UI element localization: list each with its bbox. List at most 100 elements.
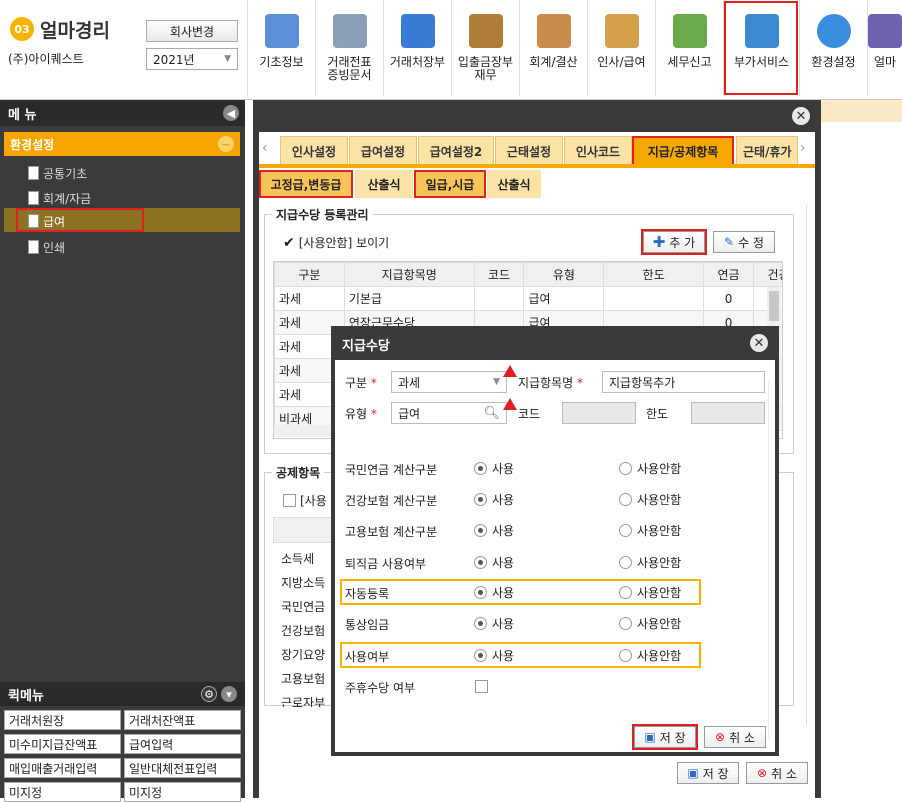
option-on-radio[interactable]: 사용 bbox=[474, 491, 514, 508]
scroll-thumb[interactable] bbox=[769, 291, 779, 321]
option-off-radio[interactable]: 사용안함 bbox=[619, 647, 681, 664]
sidebar-item-payroll[interactable]: 급여 bbox=[28, 210, 65, 232]
modal-scrollbar[interactable] bbox=[806, 205, 814, 725]
floppy-icon: ▣ bbox=[687, 766, 699, 780]
table-row[interactable]: 소득세 bbox=[281, 547, 325, 571]
column-header[interactable]: 한도 bbox=[603, 262, 705, 287]
modal-cancel-button[interactable]: ⊗ 취 소 bbox=[746, 762, 808, 784]
table-row[interactable]: 지방소득 bbox=[281, 571, 325, 595]
table-row[interactable]: 근로자부 bbox=[281, 691, 325, 707]
option-off-radio[interactable]: 사용안함 bbox=[619, 615, 681, 632]
close-icon[interactable]: ✕ bbox=[792, 107, 810, 125]
cancel-circle-icon: ⊗ bbox=[715, 730, 726, 744]
option-on-radio[interactable]: 사용 bbox=[474, 647, 514, 664]
quick-item[interactable]: 급여입력 bbox=[124, 734, 241, 754]
edit-button[interactable]: ✎ 수 정 bbox=[713, 231, 775, 253]
tab-scroll-right-icon[interactable]: › bbox=[800, 140, 806, 156]
table-row[interactable]: 국민연금 bbox=[281, 595, 325, 619]
collapse-left-icon[interactable]: ◀ bbox=[223, 105, 239, 121]
option-on-radio[interactable]: 사용 bbox=[474, 554, 514, 571]
quick-item[interactable]: 거래처잔액표 bbox=[124, 710, 241, 730]
quick-item[interactable]: 일반대체전표입력 bbox=[124, 758, 241, 778]
column-header[interactable]: 연금 bbox=[703, 262, 755, 287]
subtab-formula2[interactable]: 산출식 bbox=[487, 170, 541, 198]
table-row[interactable]: 고용보험 bbox=[281, 667, 325, 691]
column-header[interactable]: 건강 bbox=[753, 262, 782, 287]
tab-pay-settings2[interactable]: 급여설정2 bbox=[418, 136, 494, 166]
topmenu-voucher[interactable]: 거래전표 증빙문서 bbox=[315, 0, 383, 96]
table-row[interactable]: 장기요양 bbox=[281, 643, 325, 667]
topmenu-cashbook[interactable]: 입출금장부 재무 bbox=[451, 0, 519, 96]
topmenu-label: 얼마 bbox=[873, 55, 897, 69]
topmenu-hr-payroll[interactable]: 인사/급여 bbox=[587, 0, 655, 96]
table-row[interactable]: 과세 기본급 급여 0 bbox=[274, 286, 782, 311]
option-off-radio[interactable]: 사용안함 bbox=[619, 584, 681, 601]
year-select[interactable]: 2021년 ▼ bbox=[146, 48, 238, 70]
limit-input[interactable] bbox=[691, 402, 765, 424]
quick-item[interactable]: 미지정 bbox=[4, 782, 121, 802]
radio-label: 사용 bbox=[492, 524, 515, 538]
modal-save-button[interactable]: ▣ 저 장 bbox=[677, 762, 739, 784]
gear-icon[interactable]: ⚙ bbox=[201, 686, 217, 702]
topmenu-tax[interactable]: 세무신고 bbox=[655, 0, 723, 96]
column-header[interactable]: 구분 bbox=[274, 262, 345, 287]
quick-item[interactable]: 매입매출거래입력 bbox=[4, 758, 121, 778]
topmenu-label: 거래전표 증빙문서 bbox=[327, 55, 372, 82]
quick-item[interactable]: 미지정 bbox=[124, 782, 241, 802]
table-row[interactable]: 건강보험 bbox=[281, 619, 325, 643]
subtab-fixed-variable[interactable]: 고정급,변동급 bbox=[259, 170, 353, 198]
add-button[interactable]: ✚ 추 가 bbox=[641, 229, 707, 255]
quick-item[interactable]: 거래처원장 bbox=[4, 710, 121, 730]
topmenu-basic-info[interactable]: 기초정보 bbox=[247, 0, 315, 96]
code-input[interactable] bbox=[562, 402, 636, 424]
sidebar-item-accounting[interactable]: 회계/자금 bbox=[28, 187, 91, 209]
tab-hr-settings[interactable]: 인사설정 bbox=[280, 136, 348, 166]
tab-pay-deduction-items[interactable]: 지급/공제항목 bbox=[632, 136, 734, 166]
search-icon[interactable]: 🔍︎ bbox=[483, 406, 500, 421]
column-header[interactable]: 코드 bbox=[473, 262, 525, 287]
tab-attendance-settings[interactable]: 근태설정 bbox=[495, 136, 563, 166]
sidebar-item-common[interactable]: 공통기초 bbox=[28, 162, 87, 184]
topmenu-label: 기초정보 bbox=[259, 55, 304, 69]
topmenu-ledger[interactable]: 거래처장부 bbox=[383, 0, 451, 96]
option-on-radio[interactable]: 사용 bbox=[474, 615, 514, 632]
weekly-allowance-checkbox[interactable] bbox=[475, 680, 488, 693]
radio-label: 사용안함 bbox=[637, 493, 682, 507]
quick-item[interactable]: 미수미지급잔액표 bbox=[4, 734, 121, 754]
column-header[interactable]: 유형 bbox=[523, 262, 605, 287]
sidebar-item-print[interactable]: 인쇄 bbox=[28, 236, 65, 258]
option-off-radio[interactable]: 사용안함 bbox=[619, 554, 681, 571]
dialog-save-button[interactable]: ▣ 저 장 bbox=[632, 724, 698, 750]
table-hscrollbar[interactable] bbox=[274, 425, 332, 437]
tab-attendance-leave[interactable]: 근태/휴가 bbox=[736, 136, 798, 166]
show-unused-checkbox-2[interactable]: [사용 bbox=[283, 492, 327, 509]
chevron-down-icon[interactable]: ▾ bbox=[221, 686, 237, 702]
option-off-radio[interactable]: 사용안함 bbox=[619, 491, 681, 508]
checkbox bbox=[283, 494, 296, 507]
option-on-radio[interactable]: 사용 bbox=[474, 584, 514, 601]
subtab-daily-hourly[interactable]: 일급,시급 bbox=[414, 170, 486, 198]
tab-scroll-left-icon[interactable]: ‹ bbox=[262, 140, 268, 156]
show-unused-checkbox[interactable]: ✔ [사용안함] 보이기 bbox=[283, 234, 389, 251]
tab-hr-code[interactable]: 인사코드 bbox=[564, 136, 632, 166]
type-select[interactable]: 과세 ▼ bbox=[391, 371, 507, 393]
subtab-formula[interactable]: 산출식 bbox=[355, 170, 413, 198]
item-name-input[interactable]: 지급항목추가 bbox=[602, 371, 765, 393]
topmenu-more[interactable]: 얼마 bbox=[867, 0, 902, 96]
kind-search-input[interactable]: 급여 🔍︎ bbox=[391, 402, 507, 424]
option-on-radio[interactable]: 사용 bbox=[474, 460, 514, 477]
close-icon[interactable]: ✕ bbox=[750, 334, 768, 352]
column-header[interactable]: 지급항목명 bbox=[343, 262, 475, 287]
change-company-button[interactable]: 회사변경 bbox=[146, 20, 238, 42]
topmenu-addon-service[interactable]: 부가서비스 bbox=[723, 0, 799, 96]
option-off-radio[interactable]: 사용안함 bbox=[619, 460, 681, 477]
sidebar-section-settings[interactable]: 환경설정 − bbox=[4, 132, 240, 156]
dialog-cancel-button[interactable]: ⊗ 취 소 bbox=[704, 726, 766, 748]
option-on-radio[interactable]: 사용 bbox=[474, 522, 514, 539]
tab-pay-settings[interactable]: 급여설정 bbox=[349, 136, 417, 166]
topmenu-accounting[interactable]: 회계/결산 bbox=[519, 0, 587, 96]
minus-icon[interactable]: − bbox=[218, 136, 234, 152]
dialog-scrollbar[interactable] bbox=[768, 380, 774, 740]
option-off-radio[interactable]: 사용안함 bbox=[619, 522, 681, 539]
topmenu-settings[interactable]: 환경설정 bbox=[799, 0, 867, 96]
